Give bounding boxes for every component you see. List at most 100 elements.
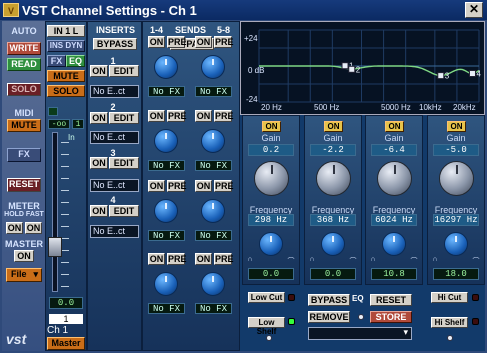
midi-mute-button[interactable]: MUTE [7,119,41,132]
hi-cut-button[interactable]: Hi Cut [431,292,468,303]
eq-band-3-on-button[interactable]: ON [385,121,404,132]
send-right-2-level-knob[interactable] [201,129,225,153]
eq-band-1-frequency-value[interactable]: 298 Hz [248,214,294,226]
eq-band-1-on-button[interactable]: ON [262,121,281,132]
eq-band-4-gain-value[interactable]: -5.0 [433,144,479,156]
insert-3-edit-button[interactable]: EDIT [109,157,139,169]
output-select[interactable]: Master [47,337,85,350]
send-right-2-pre-button[interactable]: PRE [214,110,234,122]
insert-2-on-button[interactable]: ON [90,112,108,124]
send-left-1-level-knob[interactable] [154,55,178,79]
master-on-button[interactable]: ON [14,250,34,262]
insert-4-on-button[interactable]: ON [90,205,108,217]
eq-band-4-q-knob[interactable] [444,232,468,256]
send-left-4-level-knob[interactable] [154,272,178,296]
send-right-4-level-knob[interactable] [201,272,225,296]
eq-band-3-gain-value[interactable]: -6.4 [371,144,417,156]
insert-1-on-button[interactable]: ON [90,65,108,77]
send-left-1-on-button[interactable]: ON [148,36,165,48]
send-left-3-level-knob[interactable] [154,199,178,223]
eq-band-2-q-value[interactable]: 0.0 [310,268,356,280]
eq-band-4-q-value[interactable]: 18.0 [433,268,479,280]
send-left-4-on-button[interactable]: ON [148,253,165,265]
close-button[interactable]: ✕ [465,2,483,18]
eq-band-1-gain-knob[interactable] [254,161,289,196]
eq-band-2-q-knob[interactable] [321,232,345,256]
eq-band-4-gain-knob[interactable] [439,161,474,196]
send-left-1-destination[interactable]: No FX [148,86,185,97]
eq-band-3-frequency-value[interactable]: 6024 Hz [371,214,417,226]
send-left-3-destination[interactable]: No FX [148,230,185,241]
channel-solo-button[interactable]: SOLO [47,85,85,97]
send-right-3-on-button[interactable]: ON [195,180,212,192]
send-right-4-on-button[interactable]: ON [195,253,212,265]
send-left-4-destination[interactable]: No FX [148,303,185,314]
send-left-2-level-knob[interactable] [154,129,178,153]
insdyn-button[interactable]: INS DYN [47,40,85,52]
title-bar[interactable]: V VST Channel Settings - Ch 1 ✕ [0,0,487,20]
preset-remove-button[interactable]: REMOVE [308,311,350,323]
eq-button[interactable]: EQ [66,55,85,67]
send-left-2-destination[interactable]: No FX [148,160,185,171]
preset-store-button[interactable]: STORE [370,311,412,323]
eq-band-2-frequency-value[interactable]: 368 Hz [310,214,356,226]
insert-4-edit-button[interactable]: EDIT [109,205,139,217]
send-left-4-pre-button[interactable]: PRE [167,253,187,265]
send-left-3-on-button[interactable]: ON [148,180,165,192]
read-button[interactable]: READ [7,58,41,71]
eq-band-1-gain-value[interactable]: 0.2 [248,144,294,156]
send-right-1-on-button[interactable]: ON [195,36,212,48]
fx-button[interactable]: FX [7,148,41,162]
insert-3-on-button[interactable]: ON [90,157,108,169]
low-cut-button[interactable]: Low Cut [248,292,285,303]
eq-bypass-button[interactable]: BYPASS [308,294,350,306]
inserts-bypass-button[interactable]: BYPASS [93,38,137,50]
send-left-1-pre-button[interactable]: PRE [167,36,187,48]
input-select[interactable]: IN 1 L [47,25,85,37]
send-right-4-destination[interactable]: No FX [195,303,232,314]
send-right-2-on-button[interactable]: ON [195,110,212,122]
fx-insert-button[interactable]: FX [47,55,66,67]
send-right-3-level-knob[interactable] [201,199,225,223]
meter-hold-button[interactable]: ON [6,222,23,234]
send-right-3-pre-button[interactable]: PRE [214,180,234,192]
send-right-1-level-knob[interactable] [201,55,225,79]
eq-band-2-gain-knob[interactable] [316,161,351,196]
reset-button[interactable]: RESET [7,178,41,192]
eq-band-3-gain-knob[interactable] [377,161,412,196]
eq-band-4-frequency-value[interactable]: 16297 Hz [433,214,479,226]
eq-band-2-gain-value[interactable]: -2.2 [310,144,356,156]
channel-name[interactable]: Ch 1 [47,325,85,336]
send-right-2-destination[interactable]: No FX [195,160,232,171]
send-left-3-pre-button[interactable]: PRE [167,180,187,192]
send-left-2-on-button[interactable]: ON [148,110,165,122]
send-right-3-destination[interactable]: No FX [195,230,232,241]
send-left-2-pre-button[interactable]: PRE [167,110,187,122]
send-right-4-pre-button[interactable]: PRE [214,253,234,265]
channel-mute-button[interactable]: MUTE [47,70,85,82]
insert-3-effect-select[interactable]: No E..ct [90,179,139,192]
insert-1-edit-button[interactable]: EDIT [109,65,139,77]
insert-2-effect-select[interactable]: No E..ct [90,131,139,144]
meter-fast-button[interactable]: ON [25,222,42,234]
eq-curve-display[interactable]: 1234 +24 0 dB -24 20 Hz 500 Hz 5000 Hz 1… [240,21,485,115]
insert-4-effect-select[interactable]: No E..ct [90,225,139,238]
insert-1-effect-select[interactable]: No E..ct [90,85,139,98]
insert-2-edit-button[interactable]: EDIT [109,112,139,124]
hi-shelf-button[interactable]: Hi Shelf [431,317,468,328]
volume-fader-handle[interactable] [48,237,62,257]
write-button[interactable]: WRITE [7,42,41,55]
eq-band-3-q-knob[interactable] [382,232,406,256]
eq-reset-button[interactable]: RESET [370,294,412,306]
low-shelf-button[interactable]: Low Shelf [248,317,285,336]
file-menu-button[interactable]: File ▾ [6,268,42,282]
eq-band-3-q-value[interactable]: 10.8 [371,268,417,280]
solo-defeat-button[interactable]: SOLO [7,83,41,96]
eq-band-4-on-button[interactable]: ON [447,121,466,132]
eq-band-2-on-button[interactable]: ON [324,121,343,132]
eq-preset-select[interactable]: ▾ [308,327,412,340]
send-right-1-destination[interactable]: No FX [195,86,232,97]
eq-band-1-q-value[interactable]: 0.0 [248,268,294,280]
send-right-1-pre-button[interactable]: PRE [214,36,234,48]
eq-band-1-q-knob[interactable] [259,232,283,256]
